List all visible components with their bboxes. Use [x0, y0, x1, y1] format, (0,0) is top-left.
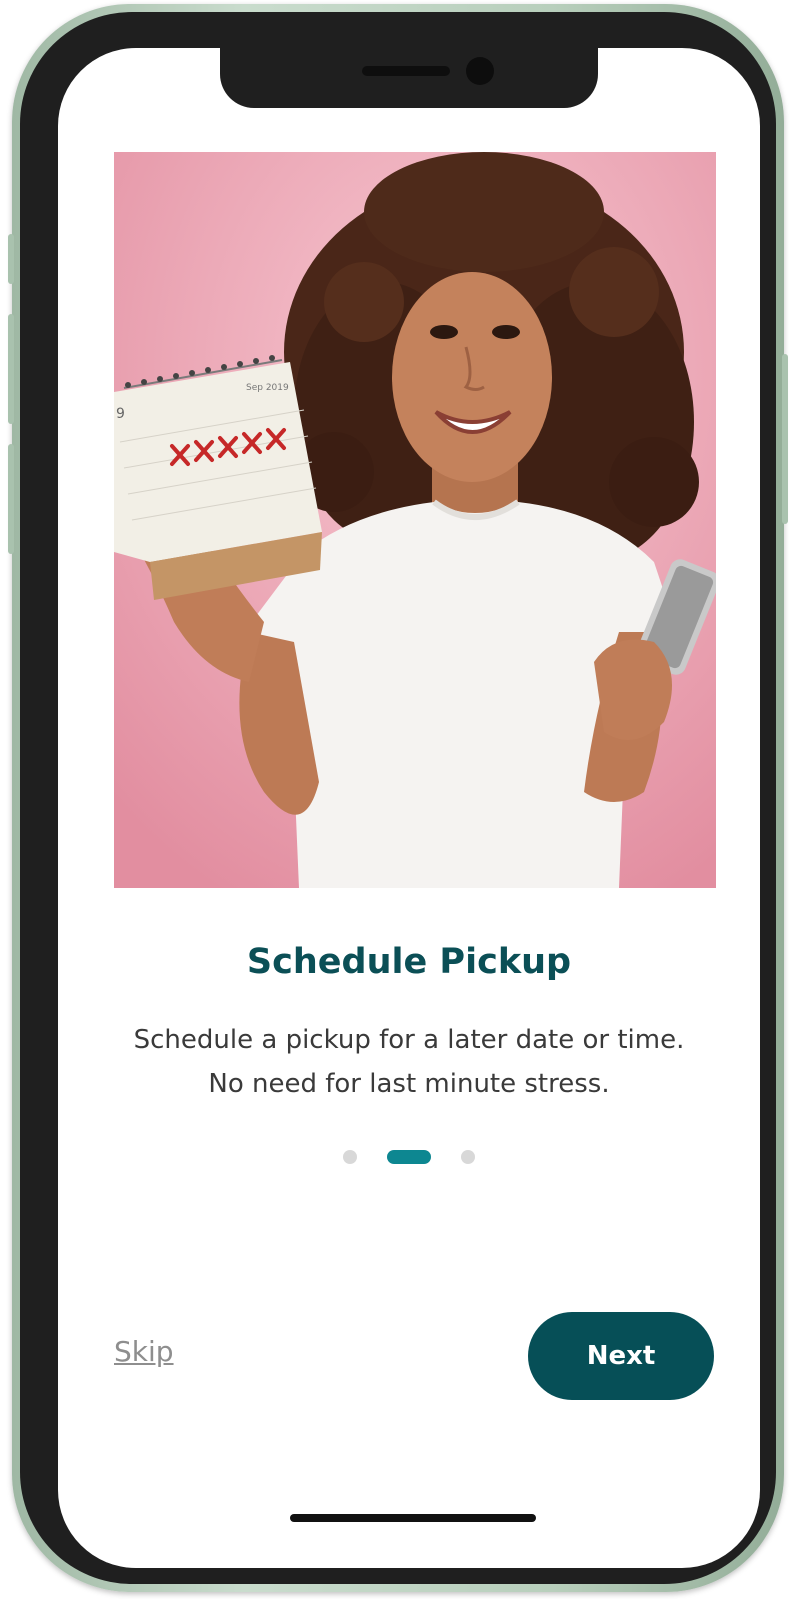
hero-image: Sep 2019 9 — [114, 152, 716, 888]
volume-down-button — [8, 444, 14, 554]
page-dot-3[interactable] — [461, 1150, 475, 1164]
onboarding-screen: Sep 2019 9 Schedule Pickup Schedule a pi… — [58, 48, 760, 1568]
phone-frame: Sep 2019 9 Schedule Pickup Schedule a pi… — [8, 4, 788, 1592]
phone-bezel: Sep 2019 9 Schedule Pickup Schedule a pi… — [20, 12, 776, 1584]
onboarding-description: Schedule a pickup for a later date or ti… — [133, 1025, 685, 1099]
home-indicator[interactable] — [290, 1514, 536, 1522]
silent-switch — [8, 234, 14, 284]
front-camera — [466, 57, 494, 85]
woman-face — [392, 272, 552, 482]
page-indicator — [58, 1149, 760, 1165]
notch — [220, 48, 598, 108]
page-dot-2-active[interactable] — [387, 1150, 431, 1164]
calendar-day-marker: 9 — [116, 406, 125, 422]
next-button[interactable]: Next — [528, 1312, 714, 1400]
calendar-month-label: Sep 2019 — [246, 383, 289, 393]
onboarding-title: Schedule Pickup — [246, 942, 572, 982]
skip-link[interactable]: Skip — [114, 1335, 174, 1368]
page-dot-1[interactable] — [343, 1150, 357, 1164]
power-button — [782, 354, 788, 524]
speaker-grille — [362, 66, 450, 76]
volume-up-button — [8, 314, 14, 424]
